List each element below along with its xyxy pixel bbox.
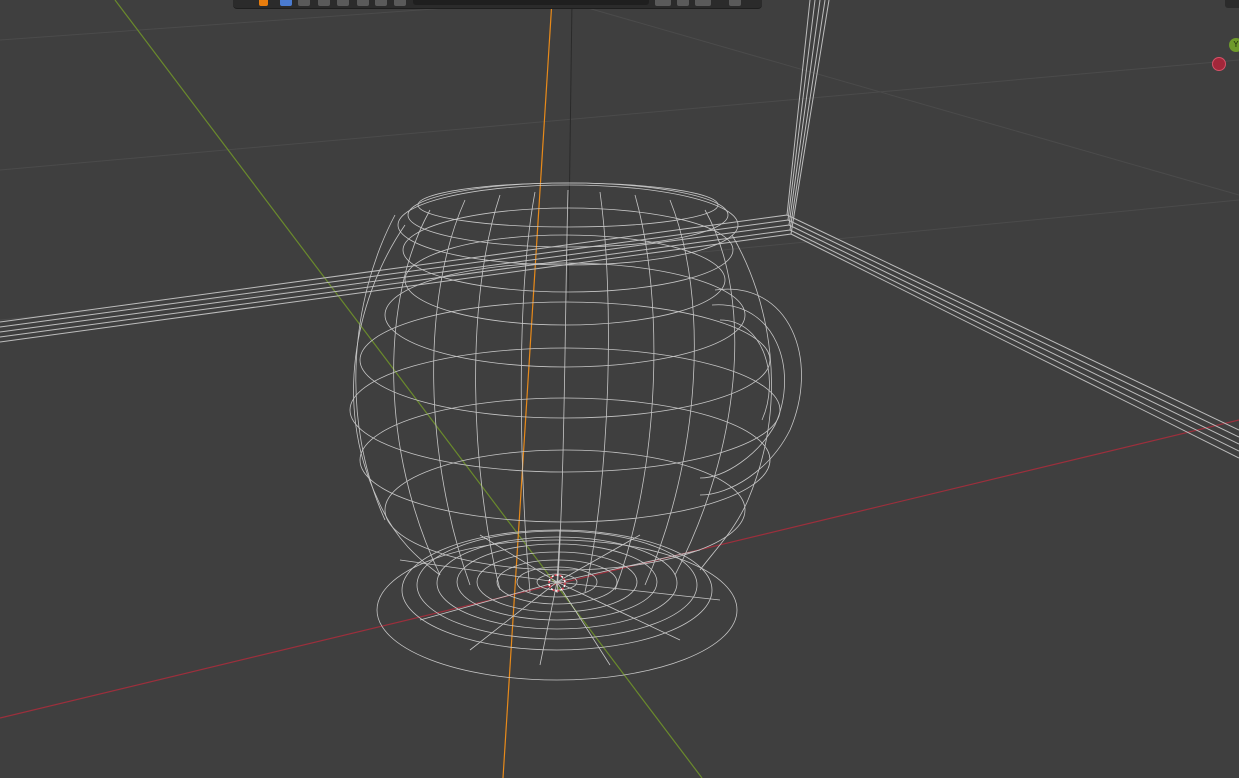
navigation-gizmo[interactable]: Y <box>1204 36 1239 76</box>
select-box-icon[interactable] <box>280 0 292 6</box>
blender-logo-icon <box>259 0 268 6</box>
annotate-icon[interactable] <box>394 0 406 6</box>
room-wireframe <box>0 0 1239 459</box>
gizmo-y-axis[interactable]: Y <box>1229 38 1239 52</box>
rotate-icon[interactable] <box>337 0 349 6</box>
3d-viewport[interactable] <box>0 0 1239 778</box>
pot-wireframe <box>349 182 802 681</box>
overlay-icon[interactable] <box>695 0 711 6</box>
search-field[interactable] <box>413 0 649 5</box>
floor-grid <box>0 0 1239 321</box>
play-icon[interactable] <box>729 0 741 6</box>
cursor-icon[interactable] <box>298 0 310 6</box>
move-icon[interactable] <box>318 0 330 6</box>
x-axis-line <box>0 419 1239 719</box>
gizmo-x-axis[interactable] <box>1212 57 1226 71</box>
transform-icon[interactable] <box>375 0 387 6</box>
area-corner-widget[interactable] <box>1225 0 1239 8</box>
pin-icon[interactable] <box>677 0 689 6</box>
z-axis-line <box>502 0 553 778</box>
viewport-header-toolbar <box>233 0 762 9</box>
y-axis-line <box>114 0 703 778</box>
dropdown-icon[interactable] <box>655 0 671 6</box>
scale-icon[interactable] <box>357 0 369 6</box>
